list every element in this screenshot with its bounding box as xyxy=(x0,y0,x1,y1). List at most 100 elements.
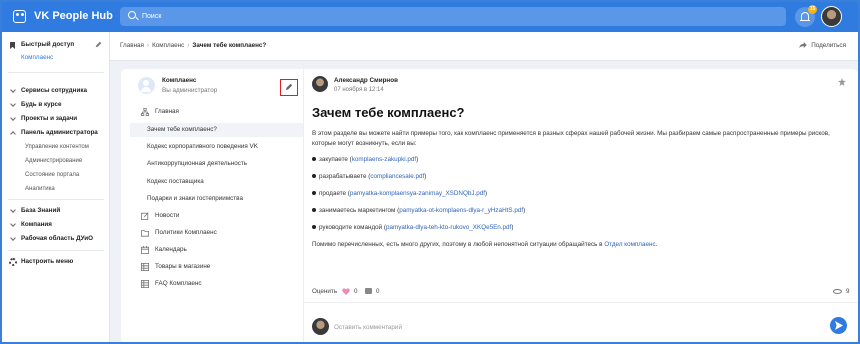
breadcrumb-home[interactable]: Главная xyxy=(120,42,144,49)
folder-icon xyxy=(141,230,149,237)
article-outro: Помимо перечисленных, есть много других,… xyxy=(312,241,657,248)
sidebar-settings[interactable]: Настроить меню xyxy=(2,256,110,268)
space-nav-label: Товары в магазине xyxy=(155,263,211,270)
bell-icon xyxy=(800,12,810,22)
eye-icon xyxy=(833,289,842,294)
space-nav-label: Зачем тебе комплаенс? xyxy=(147,126,217,133)
sitemap-icon xyxy=(141,108,149,116)
sidebar-section-projects[interactable]: Проекты и задачи xyxy=(2,113,110,125)
sidebar: Быстрый доступ Комплаенс Сервисы сотрудн… xyxy=(2,32,110,342)
sidebar-section-label: Будь в курсе xyxy=(21,101,62,108)
list-item: руководите командой (pamyatka-dlya-teh-k… xyxy=(312,224,513,231)
list-item-text: продаете xyxy=(319,190,347,197)
share-button[interactable]: Поделиться xyxy=(799,42,846,49)
sidebar-quick-item-compliance[interactable]: Комплаенс xyxy=(2,52,110,64)
pencil-icon xyxy=(285,83,293,91)
user-avatar[interactable] xyxy=(821,6,842,27)
app-title[interactable]: VK People Hub xyxy=(34,10,113,22)
chevron-down-icon xyxy=(10,101,16,107)
sidebar-item-portal-status[interactable]: Состояние портала xyxy=(2,169,110,181)
sidebar-divider xyxy=(8,72,104,73)
sidebar-settings-label: Настроить меню xyxy=(21,258,74,265)
sidebar-item-administration[interactable]: Администрирование xyxy=(2,155,110,167)
space-nav-faq[interactable]: FAQ Комплаенс xyxy=(130,277,303,291)
logo-icon[interactable] xyxy=(13,10,26,23)
space-nav-news[interactable]: Новости xyxy=(130,209,303,223)
list-item-text: руководите командой xyxy=(319,224,383,231)
space-nav-label: Новости xyxy=(155,212,180,219)
file-link[interactable]: compliancesale.pdf xyxy=(370,173,424,180)
space-nav-label: Политики Комплаенс xyxy=(155,229,217,236)
author-name[interactable]: Александр Смирнов xyxy=(334,77,398,84)
sidebar-divider xyxy=(8,199,104,200)
likes-count: 0 xyxy=(354,288,358,295)
search-input[interactable] xyxy=(142,10,442,23)
space-nav-label: Кодекс корпоративного поведения VK xyxy=(147,143,258,150)
sidebar-quick-access-label: Быстрый доступ xyxy=(21,41,75,48)
sidebar-section-label: Проекты и задачи xyxy=(21,115,78,122)
sidebar-section-workspace[interactable]: Рабочая область ДУиО xyxy=(2,233,110,245)
sidebar-divider xyxy=(8,250,104,251)
pencil-icon[interactable] xyxy=(95,41,102,48)
file-link[interactable]: pamyatka-ot-komplaens-dlya-r_yHzaHtS.pdf xyxy=(399,207,523,214)
sidebar-section-knowledge-base[interactable]: База Знаний xyxy=(2,205,110,217)
space-nav-shop-items[interactable]: Товары в магазине xyxy=(130,260,303,274)
chevron-down-icon xyxy=(10,115,16,121)
sidebar-section-label: Компания xyxy=(21,221,52,228)
space-nav-label: Подарки и знаки гостеприимства xyxy=(147,195,243,202)
compliance-department-link[interactable]: Отдел комплаенс xyxy=(604,241,655,248)
post-date: 07 ноября в 12:14 xyxy=(334,87,384,93)
edit-square-icon xyxy=(141,212,149,220)
list-item: закупаете (komplaens-zakupki.pdf) xyxy=(312,156,418,163)
article-title: Зачем тебе комплаенс? xyxy=(312,105,465,120)
file-link[interactable]: pamyatka-dlya-teh-kto-rukovo_XKQe5En.pdf xyxy=(386,224,511,231)
search-bar[interactable] xyxy=(120,7,786,26)
app-window: VK People Hub 15 Быстрый доступ Комплаен… xyxy=(0,0,860,344)
comment-icon[interactable] xyxy=(365,288,372,294)
bullet-dot xyxy=(312,208,316,213)
star-icon[interactable] xyxy=(838,78,846,86)
share-label: Поделиться xyxy=(811,42,846,49)
heart-icon[interactable] xyxy=(342,288,350,295)
sidebar-section-company[interactable]: Компания xyxy=(2,219,110,231)
space-nav-policies[interactable]: Политики Комплаенс xyxy=(130,226,303,240)
commenter-avatar xyxy=(312,318,329,335)
space-nav-anticorruption[interactable]: Антикоррупционная деятельность xyxy=(130,157,303,171)
grid-icon xyxy=(141,263,149,271)
space-nav-calendar[interactable]: Календарь xyxy=(130,243,303,257)
sidebar-item-analytics[interactable]: Аналитика xyxy=(2,183,110,195)
space-nav-label: Антикоррупционная деятельность xyxy=(147,160,248,167)
space-name[interactable]: Комплаенс xyxy=(162,77,196,84)
breadcrumb: Главная › Комплаенс › Зачем тебе комплаенс? xyxy=(120,42,266,49)
views-count: 9 xyxy=(846,288,850,295)
breadcrumb-current: Зачем тебе комплаенс? xyxy=(192,42,267,49)
sidebar-section-label: Панель администратора xyxy=(21,129,98,136)
breadcrumb-compliance[interactable]: Комплаенс xyxy=(152,42,184,49)
sidebar-item-content-management[interactable]: Управление контентом xyxy=(2,141,110,153)
calendar-icon xyxy=(141,246,149,254)
bullet-dot xyxy=(312,191,316,196)
sidebar-section-stay-informed[interactable]: Будь в курсе xyxy=(2,99,110,111)
bookmark-icon xyxy=(10,42,15,49)
sidebar-section-employee-services[interactable]: Сервисы сотрудника xyxy=(2,85,110,97)
sidebar-quick-access[interactable]: Быстрый доступ xyxy=(2,39,110,51)
comment-input[interactable] xyxy=(334,321,814,333)
space-nav-why-compliance[interactable]: Зачем тебе комплаенс? xyxy=(130,123,303,137)
space-nav-label: Календарь xyxy=(155,246,187,253)
list-item: разрабатываете (compliancesale.pdf) xyxy=(312,173,426,180)
file-link[interactable]: pamyatka-komplaensya-zanimay_XSDNQbJ.pdf xyxy=(350,190,485,197)
space-nav-code-of-conduct[interactable]: Кодекс корпоративного поведения VK xyxy=(130,140,303,154)
space-nav-gifts[interactable]: Подарки и знаки гостеприимства xyxy=(130,192,303,206)
file-link[interactable]: komplaens-zakupki.pdf xyxy=(352,156,416,163)
author-avatar[interactable] xyxy=(312,76,328,92)
edit-space-button[interactable] xyxy=(280,79,298,96)
sidebar-section-admin-panel[interactable]: Панель администратора xyxy=(2,127,110,139)
sidebar-section-label: Сервисы сотрудника xyxy=(21,87,87,94)
chevron-down-icon xyxy=(10,235,16,241)
notifications-button[interactable]: 15 xyxy=(795,5,817,27)
send-comment-button[interactable] xyxy=(830,317,847,334)
chevron-up-icon xyxy=(10,131,16,137)
space-nav-home[interactable]: Главная xyxy=(130,105,303,119)
outro-text: Помимо перечисленных, есть много других,… xyxy=(312,241,603,248)
space-nav-supplier-code[interactable]: Кодекс поставщика xyxy=(130,175,303,189)
